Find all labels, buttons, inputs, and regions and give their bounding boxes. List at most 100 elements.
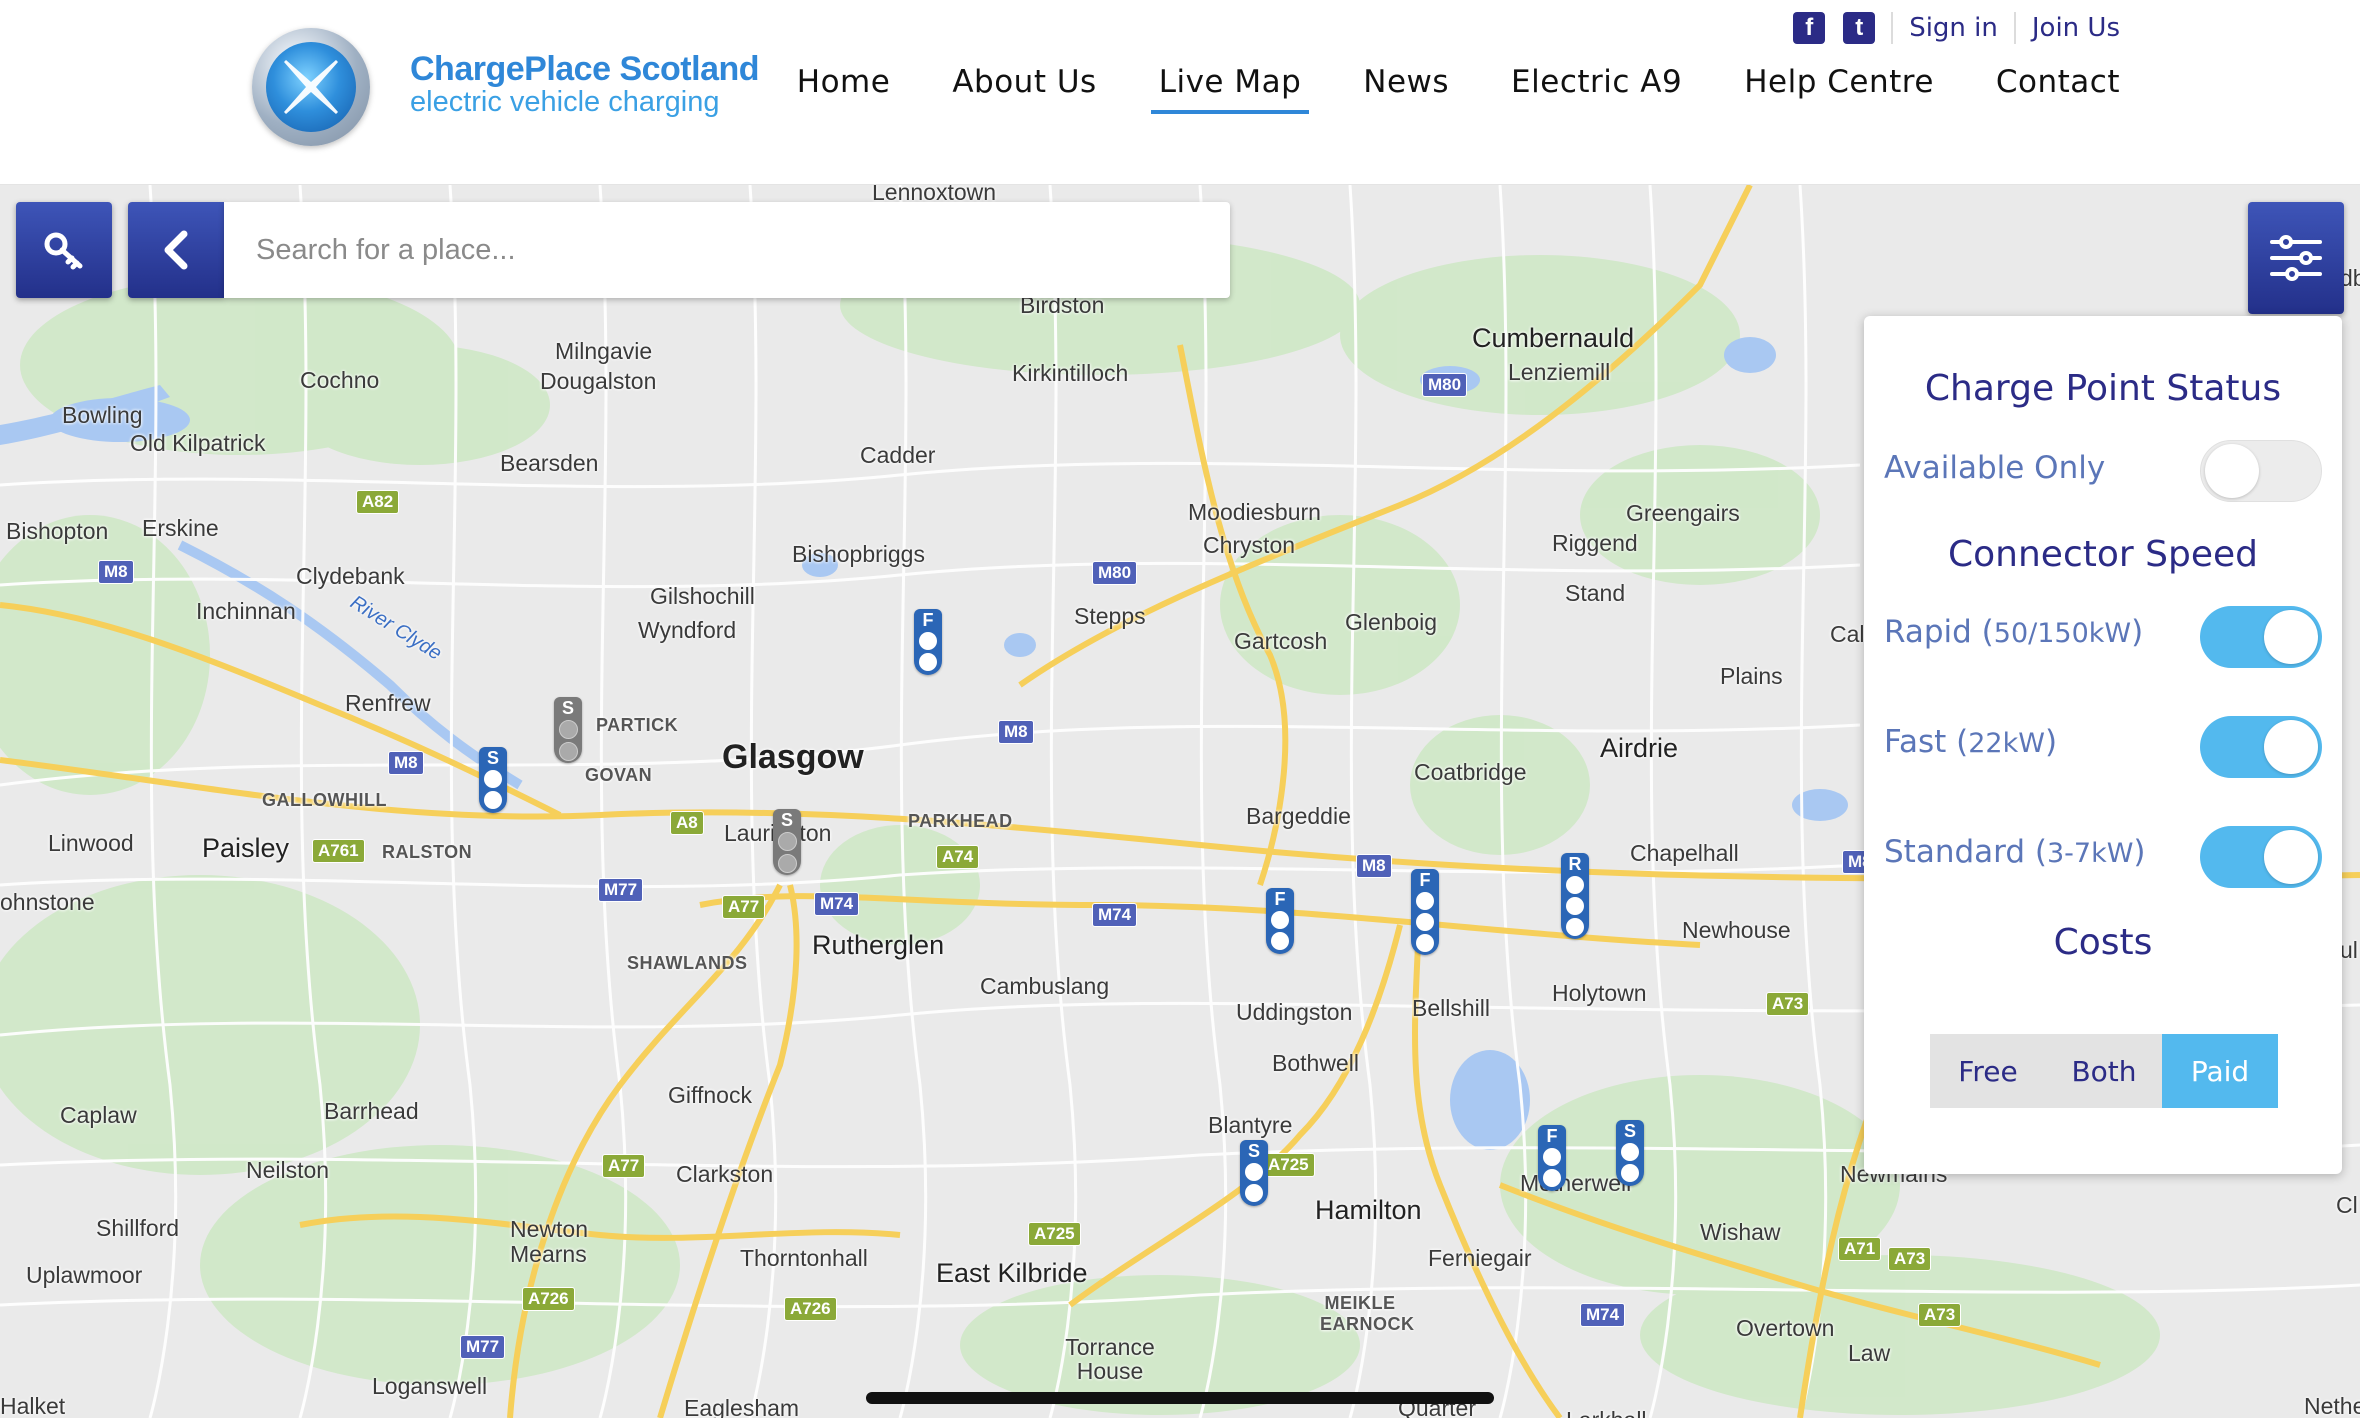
place-label: Clydebank bbox=[296, 563, 405, 589]
place-label: Thorntonhall bbox=[740, 1245, 868, 1271]
connector-dot bbox=[1566, 918, 1584, 936]
place-label: Hamilton bbox=[1315, 1195, 1422, 1225]
place-label: Law bbox=[1848, 1340, 1891, 1366]
place-label: Barrhead bbox=[324, 1098, 419, 1124]
charge-point-marker[interactable]: F bbox=[914, 609, 942, 675]
road-shield: A73 bbox=[1766, 992, 1810, 1016]
place-label: GALLOWHILL bbox=[262, 790, 387, 810]
fast-toggle[interactable] bbox=[2200, 716, 2322, 778]
place-label: Newton Mearns bbox=[510, 1216, 588, 1267]
key-button[interactable] bbox=[16, 202, 112, 298]
place-label: Gartcosh bbox=[1234, 628, 1328, 654]
connector-dot bbox=[1245, 1163, 1263, 1181]
connector-dot bbox=[1271, 911, 1289, 929]
nav-live-map[interactable]: Live Map bbox=[1150, 64, 1309, 114]
nav-contact[interactable]: Contact bbox=[1996, 64, 2120, 110]
place-label: Ferniegair bbox=[1428, 1245, 1532, 1271]
place-label: Rutherglen bbox=[812, 930, 945, 960]
place-label: Lenziemill bbox=[1508, 359, 1611, 385]
nav-help-centre[interactable]: Help Centre bbox=[1744, 64, 1934, 110]
place-label: Milngavie bbox=[555, 338, 653, 364]
charge-point-marker[interactable]: S bbox=[773, 809, 801, 875]
road-shield: A77 bbox=[722, 895, 766, 919]
costs-segmented-control: Free Both Paid bbox=[1930, 1034, 2278, 1108]
charge-point-marker[interactable]: R bbox=[1561, 853, 1589, 939]
place-label: Cl bbox=[2336, 1192, 2358, 1218]
road-shield: M80 bbox=[1092, 561, 1138, 585]
logo-icon[interactable] bbox=[252, 28, 370, 146]
fast-unit: 22kW bbox=[1968, 728, 2045, 759]
available-only-toggle[interactable] bbox=[2200, 440, 2322, 502]
rapid-label-text: Rapid ( bbox=[1884, 614, 1994, 650]
charge-point-marker[interactable]: S bbox=[1240, 1140, 1268, 1206]
connector-dot bbox=[919, 632, 937, 650]
fast-label-text: Fast ( bbox=[1884, 724, 1969, 760]
charge-point-marker[interactable]: S bbox=[554, 697, 582, 763]
connector-dot bbox=[919, 653, 937, 671]
road-shield: A74 bbox=[936, 845, 980, 869]
costs-paid-button[interactable]: Paid bbox=[2162, 1034, 2278, 1108]
logo-inner bbox=[266, 42, 356, 132]
connector-dot bbox=[484, 791, 502, 809]
chevron-left-icon bbox=[164, 230, 188, 270]
divider bbox=[1891, 12, 1894, 44]
charge-point-marker[interactable]: S bbox=[1616, 1120, 1644, 1186]
filter-button[interactable] bbox=[2248, 202, 2344, 314]
charge-point-marker[interactable]: F bbox=[1538, 1125, 1566, 1191]
place-label: Moodiesburn bbox=[1188, 499, 1321, 525]
place-label: Greengairs bbox=[1626, 500, 1740, 526]
place-label: Bishopton bbox=[6, 518, 109, 544]
place-label: Glenboig bbox=[1345, 609, 1438, 635]
rapid-toggle[interactable] bbox=[2200, 606, 2322, 668]
twitter-icon[interactable]: t bbox=[1843, 12, 1876, 44]
connector-speed-heading: Connector Speed bbox=[1948, 534, 2258, 575]
toggle-knob bbox=[2264, 720, 2318, 774]
join-us-link[interactable]: Join Us bbox=[2032, 13, 2120, 43]
road-shield: A726 bbox=[784, 1297, 837, 1321]
nav-electric-a9[interactable]: Electric A9 bbox=[1511, 64, 1682, 110]
place-label: PARTICK bbox=[596, 715, 679, 735]
charge-point-marker[interactable]: S bbox=[479, 747, 507, 813]
costs-heading: Costs bbox=[2053, 922, 2153, 963]
place-label: Bishopbriggs bbox=[792, 541, 925, 567]
charge-point-marker[interactable]: F bbox=[1411, 869, 1439, 955]
place-label: Cumbernauld bbox=[1472, 323, 1635, 353]
road-shield: A71 bbox=[1838, 1237, 1882, 1261]
brand-title[interactable]: ChargePlace Scotland bbox=[410, 50, 760, 89]
costs-both-button[interactable]: Both bbox=[2046, 1034, 2162, 1108]
brand-subtitle: electric vehicle charging bbox=[410, 86, 720, 118]
place-label: Uplawmoor bbox=[26, 1262, 143, 1288]
road-shield: M77 bbox=[598, 878, 644, 902]
place-label: Clarkston bbox=[676, 1161, 774, 1187]
logo-cross-icon bbox=[284, 60, 338, 114]
marker-type-label: S bbox=[1247, 1141, 1260, 1161]
nav-about-us[interactable]: About Us bbox=[952, 64, 1096, 110]
nav-home[interactable]: Home bbox=[797, 64, 891, 110]
connector-dot bbox=[1566, 897, 1584, 915]
charge-point-marker[interactable]: F bbox=[1266, 888, 1294, 954]
place-label: ohnstone bbox=[0, 889, 95, 915]
marker-type-label: F bbox=[1419, 870, 1431, 890]
fast-label-close: ) bbox=[2044, 724, 2058, 760]
road-shield: A725 bbox=[1028, 1222, 1081, 1246]
connector-dot bbox=[1416, 934, 1434, 952]
charge-point-status-heading: Charge Point Status bbox=[1924, 368, 2282, 409]
standard-toggle[interactable] bbox=[2200, 826, 2322, 888]
connector-dot bbox=[1416, 913, 1434, 931]
back-button[interactable] bbox=[128, 202, 224, 298]
road-shield: A725 bbox=[1262, 1153, 1315, 1177]
road-shield: A82 bbox=[356, 490, 400, 514]
sign-in-link[interactable]: Sign in bbox=[1909, 13, 1998, 43]
facebook-icon[interactable]: f bbox=[1793, 12, 1826, 44]
standard-label: Standard (3-7kW) bbox=[1884, 834, 2146, 870]
place-label: Newhouse bbox=[1682, 917, 1791, 943]
connector-dot bbox=[777, 832, 797, 851]
costs-free-button[interactable]: Free bbox=[1930, 1034, 2046, 1108]
place-label: GOVAN bbox=[585, 765, 653, 785]
place-label: Bothwell bbox=[1272, 1050, 1359, 1076]
place-label: MEIKLE EARNOCK bbox=[1320, 1293, 1415, 1334]
search-input[interactable] bbox=[224, 202, 1230, 298]
road-shield: M74 bbox=[1580, 1303, 1626, 1327]
place-label: Dougalston bbox=[540, 368, 657, 394]
nav-news[interactable]: News bbox=[1363, 64, 1449, 110]
